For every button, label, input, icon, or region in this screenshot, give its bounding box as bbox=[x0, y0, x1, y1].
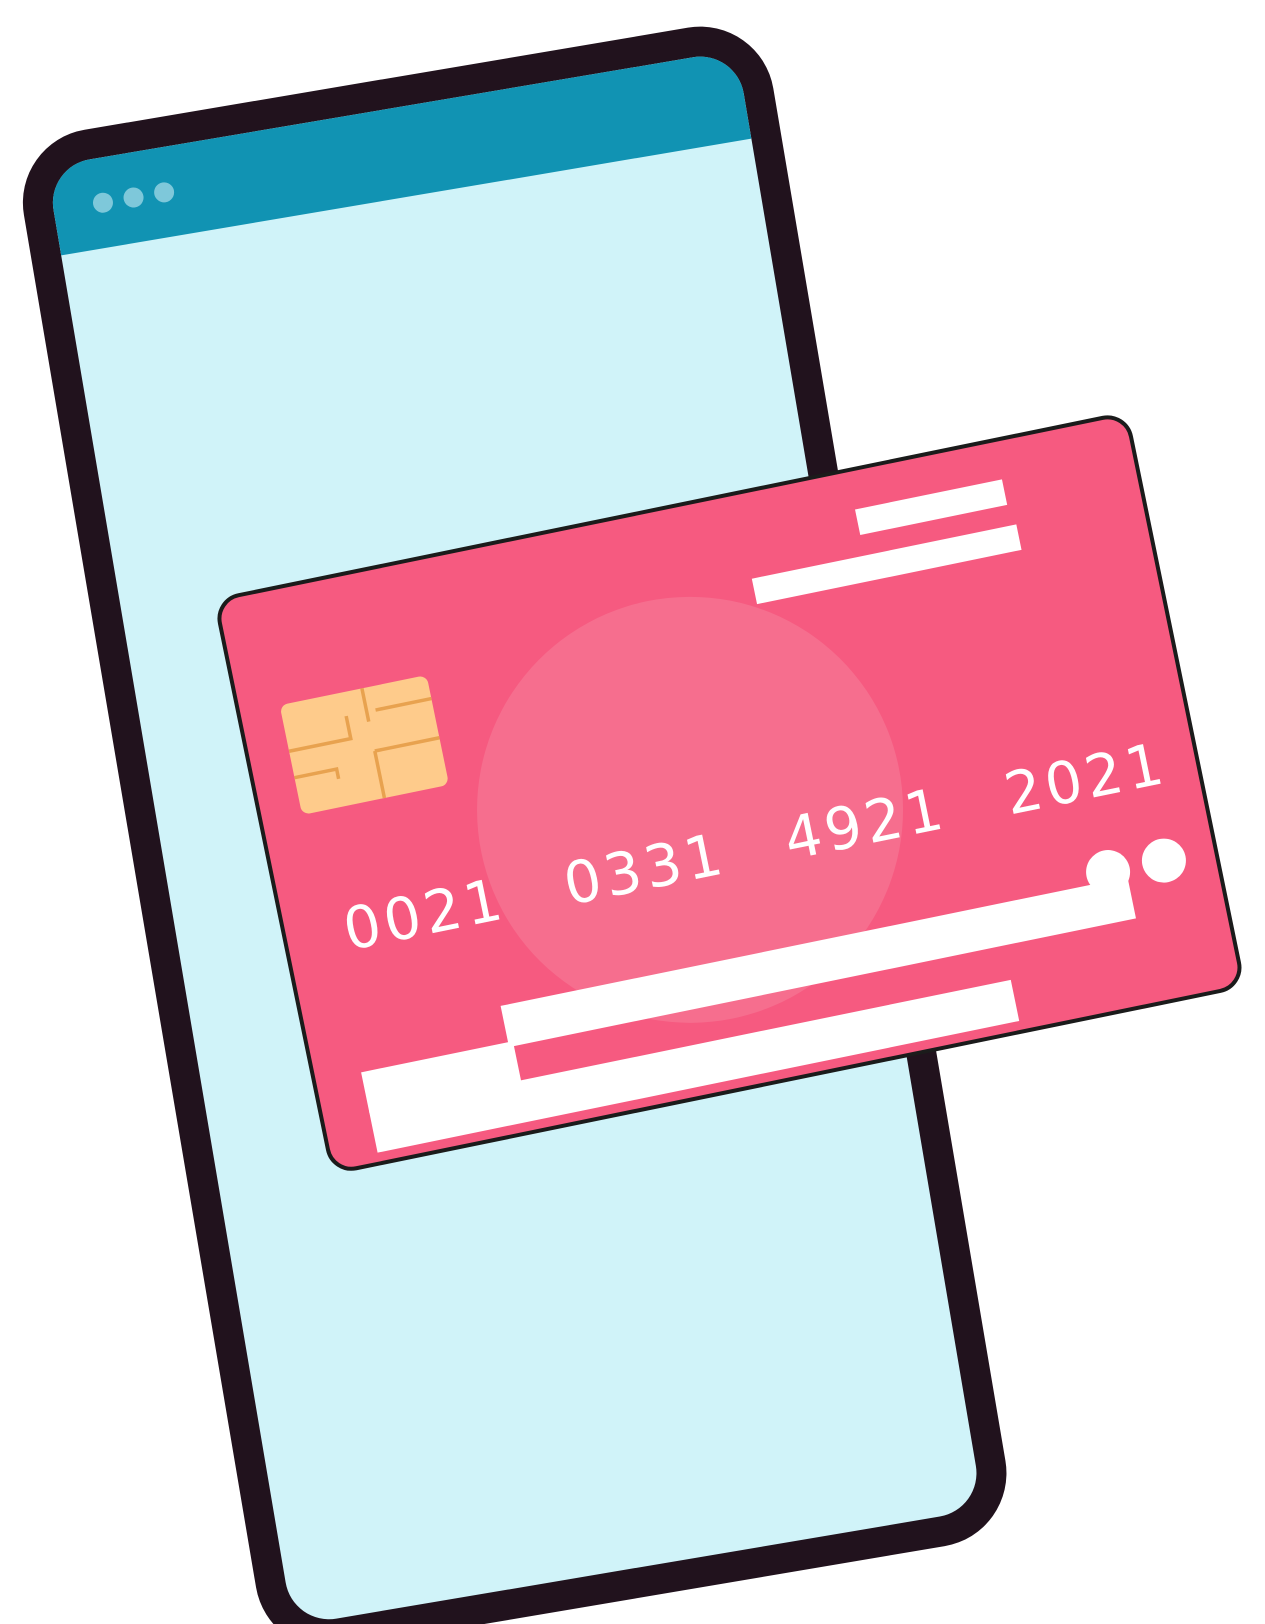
payment-illustration: 0021 0331 4921 2021 bbox=[22, 26, 1242, 1624]
